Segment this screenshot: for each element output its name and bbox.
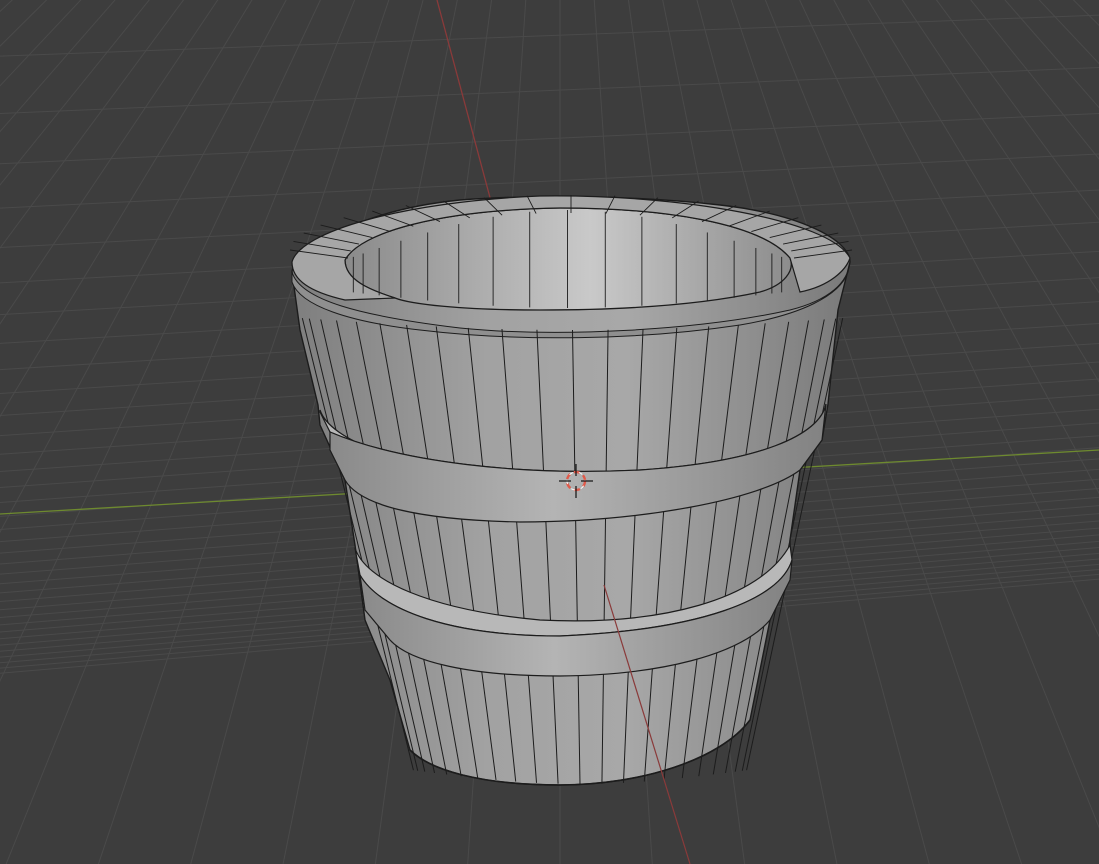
grid-line: [0, 112, 1099, 165]
grid-line: [782, 0, 1099, 864]
3d-viewport[interactable]: [0, 0, 1099, 864]
grid-line: [0, 14, 1099, 57]
grid-line: [0, 67, 1099, 114]
grid-line: [788, 0, 1099, 864]
bucket-mesh[interactable]: [289, 195, 853, 786]
grid-line: [776, 0, 1099, 864]
grid-line: [800, 0, 1099, 864]
x-axis-line: [436, 0, 493, 206]
viewport-scene[interactable]: [0, 0, 1099, 864]
